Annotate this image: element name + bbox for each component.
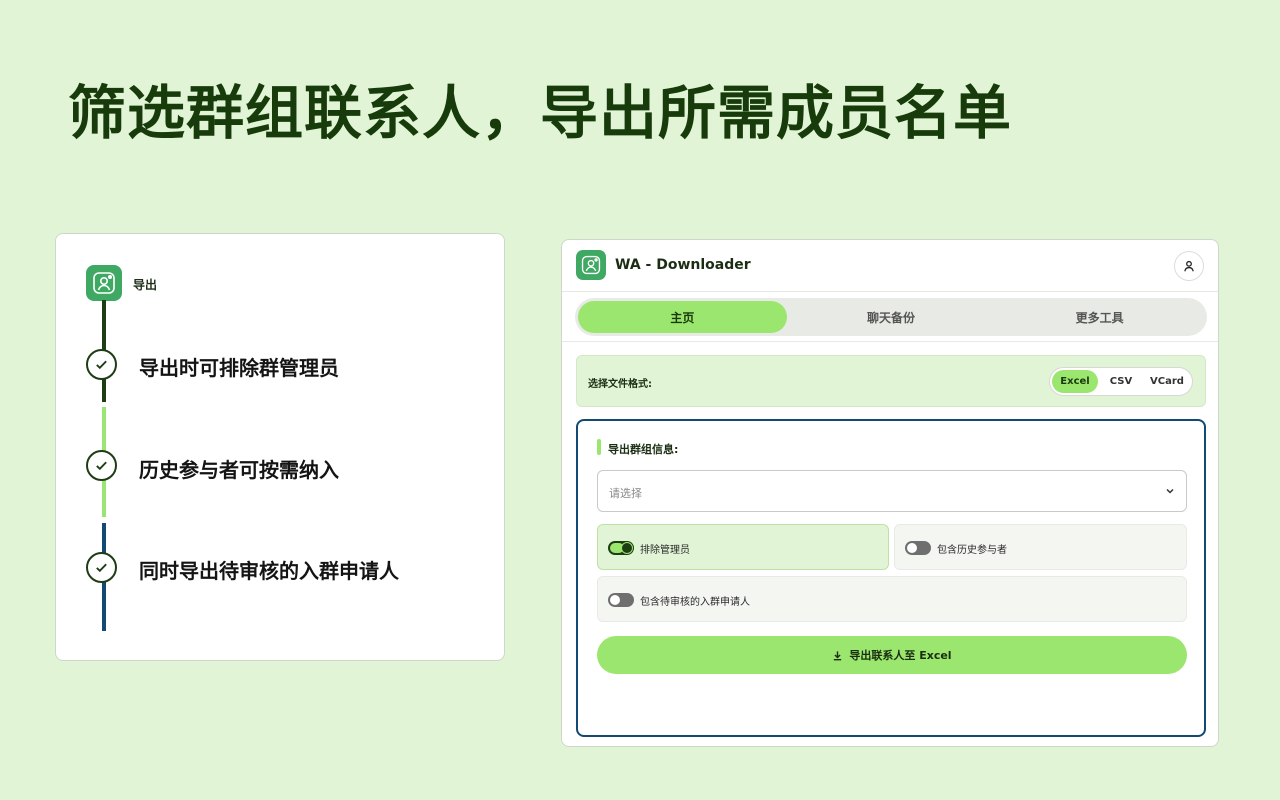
group-select[interactable]: 请选择 <box>597 470 1187 512</box>
option-label: 包含历史参与者 <box>937 545 1007 556</box>
tab-chat-backup[interactable]: 聊天备份 <box>787 301 996 333</box>
file-format-label: 选择文件格式: <box>588 379 652 390</box>
logo-label: 导出 <box>133 278 158 292</box>
option-label: 排除管理员 <box>640 545 690 556</box>
feature-card: 导出 导出时可排除群管理员 历史参与者可按需纳入 同时导出待审核的入群申请人 <box>55 233 505 661</box>
tab-home[interactable]: 主页 <box>578 301 787 333</box>
export-contacts-button[interactable]: 导出联系人至 Excel <box>597 636 1187 674</box>
check-icon <box>86 349 117 380</box>
option-exclude-admins[interactable]: 排除管理员 <box>597 524 889 570</box>
option-include-pending-requests[interactable]: 包含待审核的入群申请人 <box>597 576 1187 622</box>
option-include-past-participants[interactable]: 包含历史参与者 <box>894 524 1187 570</box>
main-tabs: 主页 聊天备份 更多工具 <box>575 298 1207 336</box>
tab-more-tools[interactable]: 更多工具 <box>995 301 1204 333</box>
file-format-row: 选择文件格式: Excel CSV VCard <box>576 355 1206 407</box>
app-logo-icon <box>576 250 606 280</box>
check-icon <box>86 552 117 583</box>
format-option-vcard[interactable]: VCard <box>1144 370 1190 393</box>
check-icon <box>86 450 117 481</box>
app-title: WA - Downloader <box>615 257 751 273</box>
chevron-down-icon <box>1166 488 1174 494</box>
section-title: 导出群组信息: <box>608 443 679 456</box>
divider <box>562 341 1218 342</box>
toggle-switch[interactable] <box>905 541 931 555</box>
section-accent-bar <box>597 439 601 455</box>
feature-item: 导出时可排除群管理员 <box>139 356 339 380</box>
feature-item: 历史参与者可按需纳入 <box>139 458 339 482</box>
format-option-csv[interactable]: CSV <box>1098 370 1144 393</box>
download-icon <box>834 650 842 660</box>
app-window: WA - Downloader 主页 聊天备份 更多工具 选择文件格式: Exc… <box>561 239 1219 747</box>
toggle-switch[interactable] <box>608 541 634 555</box>
page-headline: 筛选群组联系人，导出所需成员名单 <box>68 79 1013 147</box>
user-icon <box>1184 260 1194 272</box>
group-select-placeholder: 请选择 <box>609 487 642 500</box>
app-logo-icon <box>86 265 122 301</box>
app-header: WA - Downloader <box>562 240 1218 292</box>
group-export-panel: 导出群组信息: 请选择 排除管理员 包含历史参与者 包含待审核的入群申请人 导出… <box>576 419 1206 737</box>
file-format-selector: Excel CSV VCard <box>1049 367 1193 396</box>
user-account-button[interactable] <box>1174 251 1204 281</box>
feature-item: 同时导出待审核的入群申请人 <box>139 559 399 583</box>
toggle-switch[interactable] <box>608 593 634 607</box>
export-button-label: 导出联系人至 Excel <box>849 649 952 662</box>
format-option-excel[interactable]: Excel <box>1052 370 1098 393</box>
option-label: 包含待审核的入群申请人 <box>640 597 750 608</box>
